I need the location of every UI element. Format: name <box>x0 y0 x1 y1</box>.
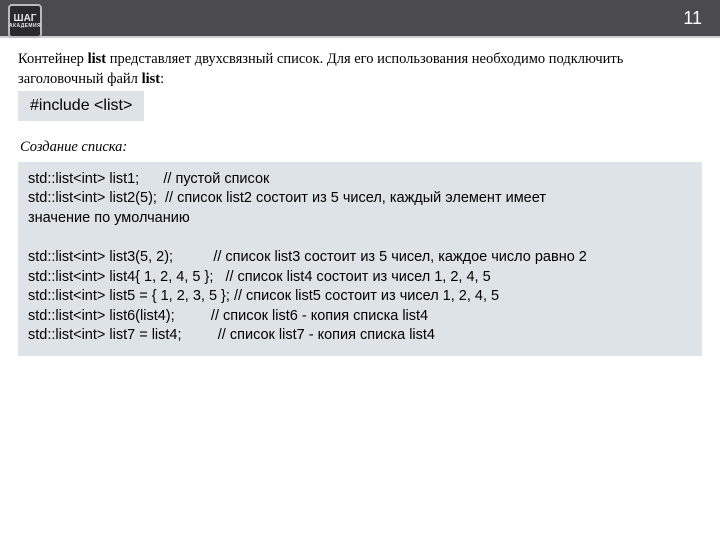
code-line: std::list<int> list4{ 1, 2, 4, 5 }; // с… <box>28 269 491 285</box>
logo-main: ШАГ <box>9 14 41 24</box>
intro-row: Контейнер list представляет двухсвязный … <box>18 50 702 121</box>
intro-kw-list-1: list <box>88 51 107 67</box>
code-line: значение по умолчанию <box>28 210 190 226</box>
intro-pre: Контейнер <box>18 51 88 67</box>
subheading-create-list: Создание списка: <box>20 139 702 156</box>
code-line: std::list<int> list3(5, 2); // список li… <box>28 249 587 265</box>
code-line: std::list<int> list1; // пустой список <box>28 171 269 187</box>
intro-mid: представляет двухсвязный список. Для его… <box>18 51 623 87</box>
page-number: 11 <box>683 8 702 29</box>
intro-kw-list-2: list <box>142 71 161 87</box>
intro-post: : <box>160 71 164 87</box>
code-block: std::list<int> list1; // пустой список s… <box>18 162 702 356</box>
logo-text: ШАГ АКАДЕМИЯ <box>9 14 41 29</box>
code-line: std::list<int> list7 = list4; // список … <box>28 327 435 343</box>
include-code-box: #include <list> <box>18 91 144 121</box>
intro-paragraph: Контейнер list представляет двухсвязный … <box>18 50 702 121</box>
code-line: std::list<int> list6(list4); // список l… <box>28 308 428 324</box>
header-bar: ШАГ АКАДЕМИЯ 11 <box>0 0 720 36</box>
content-area: Контейнер list представляет двухсвязный … <box>0 38 720 356</box>
code-line: std::list<int> list2(5); // список list2… <box>28 190 546 206</box>
logo: ШАГ АКАДЕМИЯ <box>8 4 42 38</box>
intro-text: Контейнер list представляет двухсвязный … <box>18 50 702 89</box>
logo-subtext: АКАДЕМИЯ <box>9 24 41 29</box>
code-line: std::list<int> list5 = { 1, 2, 3, 5 }; /… <box>28 288 499 304</box>
